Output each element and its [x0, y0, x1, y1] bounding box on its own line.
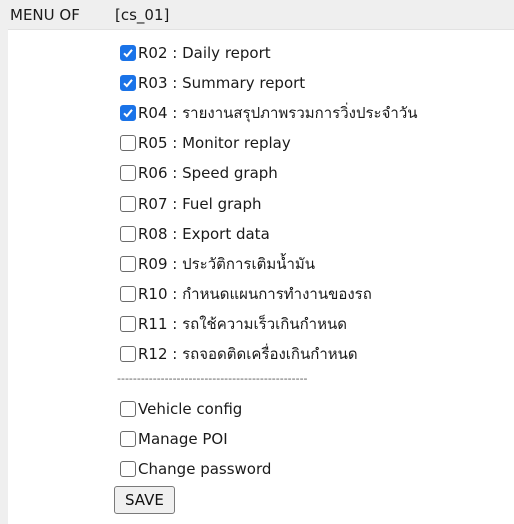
checkbox-r09[interactable] [120, 256, 136, 272]
setting-row-change-password[interactable]: Change password [120, 458, 271, 480]
report-row-r10[interactable]: R10 : กำหนดแผนการทำงานของรถ [120, 283, 372, 305]
left-gutter [0, 29, 8, 524]
report-row-r12[interactable]: R12 : รถจอดติดเครื่องเกินกำหนด [120, 343, 358, 365]
label-r12: R12 : รถจอดติดเครื่องเกินกำหนด [138, 345, 358, 363]
setting-row-vehicle-config[interactable]: Vehicle config [120, 398, 242, 420]
label-r11: R11 : รถใช้ความเร็วเกินกำหนด [138, 315, 347, 333]
label-r05: R05 : Monitor replay [138, 134, 291, 152]
label-r02: R02 : Daily report [138, 44, 271, 62]
checkbox-r07[interactable] [120, 196, 136, 212]
checkbox-r08[interactable] [120, 226, 136, 242]
checkbox-r11[interactable] [120, 316, 136, 332]
report-row-r03[interactable]: R03 : Summary report [120, 72, 305, 94]
checkbox-r05[interactable] [120, 135, 136, 151]
user-code: [cs_01] [115, 6, 170, 24]
report-row-r09[interactable]: R09 : ประวัติการเติมน้ำมัน [120, 253, 315, 275]
checkbox-r12[interactable] [120, 346, 136, 362]
save-button[interactable]: SAVE [114, 486, 175, 514]
report-row-r08[interactable]: R08 : Export data [120, 223, 270, 245]
setting-row-manage-poi[interactable]: Manage POI [120, 428, 228, 450]
checkbox-r10[interactable] [120, 286, 136, 302]
label-vehicle-config: Vehicle config [138, 400, 243, 418]
report-row-r04[interactable]: R04 : รายงานสรุปภาพรวมการวิ่งประจำวัน [120, 102, 418, 124]
report-row-r11[interactable]: R11 : รถใช้ความเร็วเกินกำหนด [120, 313, 347, 335]
label-r09: R09 : ประวัติการเติมน้ำมัน [138, 255, 316, 273]
checkbox-r02[interactable] [120, 45, 136, 61]
label-r10: R10 : กำหนดแผนการทำงานของรถ [138, 285, 372, 303]
report-row-r02[interactable]: R02 : Daily report [120, 42, 271, 64]
label-change-password: Change password [138, 460, 272, 478]
label-r03: R03 : Summary report [138, 74, 306, 92]
label-r06: R06 : Speed graph [138, 164, 278, 182]
checkbox-change-password[interactable] [120, 461, 136, 477]
checkbox-r04[interactable] [120, 105, 136, 121]
checkbox-vehicle-config[interactable] [120, 401, 136, 417]
report-row-r06[interactable]: R06 : Speed graph [120, 162, 278, 184]
label-r07: R07 : Fuel graph [138, 195, 262, 213]
label-r08: R08 : Export data [138, 225, 270, 243]
menu-permission-panel: MENU OF [cs_01] R02 : Daily report R03 :… [0, 0, 514, 524]
label-manage-poi: Manage POI [138, 430, 228, 448]
menu-of-label: MENU OF [10, 6, 80, 24]
report-row-r07[interactable]: R07 : Fuel graph [120, 193, 262, 215]
label-r04: R04 : รายงานสรุปภาพรวมการวิ่งประจำวัน [138, 104, 418, 122]
checkbox-r03[interactable] [120, 75, 136, 91]
section-divider: ----------------------------------------… [117, 372, 308, 385]
checkbox-r06[interactable] [120, 165, 136, 181]
checkbox-manage-poi[interactable] [120, 431, 136, 447]
report-row-r05[interactable]: R05 : Monitor replay [120, 132, 291, 154]
